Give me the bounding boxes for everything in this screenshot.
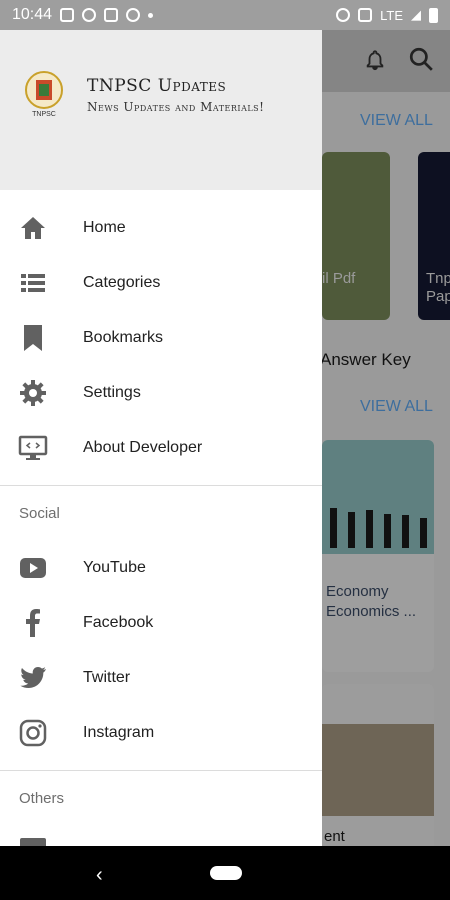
card-title: il Pdf [322, 270, 356, 287]
drawer-item-label: Twitter [83, 668, 131, 686]
drawer-item-settings[interactable]: Settings [0, 365, 322, 420]
navigation-drawer: TNPSC TNPSC Updates News Updates and Mat… [0, 30, 322, 846]
drawer-item-label: Instagram [83, 723, 155, 741]
search-icon [409, 47, 433, 71]
card-title: Economy Economics ... [326, 583, 417, 620]
alarm-icon [336, 8, 351, 22]
drawer-item-label: Settings [83, 383, 141, 401]
app-title: TNPSC Updates [87, 76, 227, 96]
drawer-item-label: About Developer [83, 438, 203, 456]
instagram-icon [18, 718, 48, 748]
drawer-item-instagram[interactable]: Instagram [0, 705, 322, 760]
instagram-notification-icon [104, 8, 119, 22]
card-title: ent [324, 828, 345, 845]
drawer-item-label: Bookmarks [83, 328, 164, 346]
home-icon [18, 213, 48, 243]
monitor-code-icon [18, 433, 48, 463]
status-bar: 10:44 LTE ◢ [0, 0, 450, 30]
section-header-social: Social [19, 505, 60, 522]
app-subtitle: News Updates and Materials! [87, 100, 265, 114]
facebook-icon [18, 608, 48, 638]
drawer-item-label: YouTube [83, 558, 146, 576]
section-title: Answer Key [320, 350, 411, 369]
post-card: il Pdf [322, 152, 390, 320]
youtube-icon [18, 553, 48, 583]
drawer-header: TNPSC TNPSC Updates News Updates and Mat… [0, 30, 322, 190]
card-thumbnail [322, 724, 434, 816]
drawer-item-bookmarks[interactable]: Bookmarks [0, 310, 322, 365]
vibrate-icon [358, 8, 373, 22]
more-notifications-dot [148, 12, 154, 18]
list-icon [18, 268, 48, 298]
post-card: Economy Economics ... [322, 440, 434, 672]
view-all-link: VIEW ALL [360, 398, 433, 415]
back-button[interactable]: ‹ [96, 864, 103, 887]
bookmark-icon [18, 323, 48, 353]
shield-notification-icon [126, 8, 141, 22]
section-header-others: Others [19, 790, 65, 807]
divider [0, 485, 322, 486]
card-thumbnail [322, 440, 434, 554]
post-card: ent [322, 684, 434, 846]
drawer-item-label: Facebook [83, 613, 154, 631]
image-notification-icon [60, 8, 75, 22]
drawer-item-twitter[interactable]: Twitter [0, 650, 322, 705]
view-all-link: VIEW ALL [360, 112, 433, 129]
svg-text:TNPSC: TNPSC [32, 111, 56, 118]
twitter-icon [18, 663, 48, 693]
drawer-item-categories[interactable]: Categories [0, 255, 322, 310]
divider [0, 770, 322, 771]
status-time: 10:44 [12, 6, 53, 23]
drawer-item-youtube[interactable]: YouTube [0, 540, 322, 595]
network-type: LTE [380, 7, 403, 23]
partial-item-icon [20, 838, 46, 846]
bell-icon [366, 50, 384, 71]
drawer-item-label: Home [83, 218, 126, 236]
drawer-item-home[interactable]: Home [0, 200, 322, 255]
app-logo: TNPSC [25, 71, 63, 118]
post-card: Tnp Pap [418, 152, 450, 320]
facebook-notification-icon [82, 8, 97, 22]
drawer-item-label: Categories [83, 273, 161, 291]
battery-icon [429, 7, 438, 23]
card-title: Tnp Pap [426, 270, 450, 305]
drawer-item-facebook[interactable]: Facebook [0, 595, 322, 650]
gear-icon [18, 378, 48, 408]
system-nav-bar: ‹ [0, 846, 450, 900]
drawer-item-about-developer[interactable]: About Developer [0, 420, 322, 475]
home-button[interactable] [210, 866, 242, 880]
signal-icon: ◢ [411, 7, 421, 22]
